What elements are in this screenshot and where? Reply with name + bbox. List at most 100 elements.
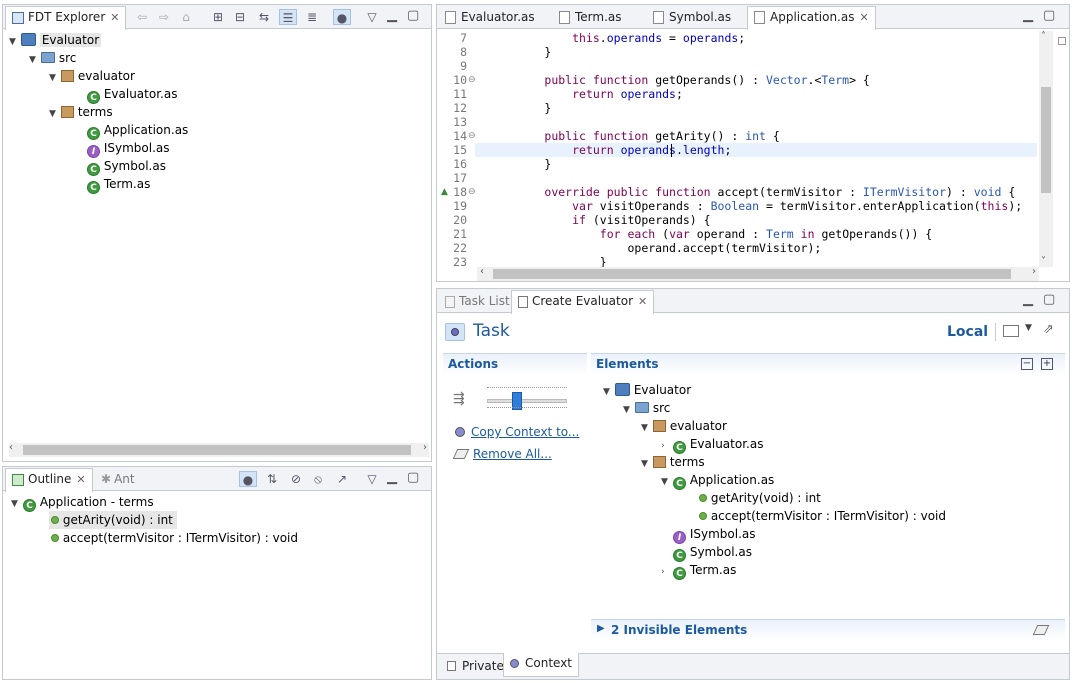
code-line[interactable]: } (489, 45, 551, 59)
close-icon[interactable]: ✕ (859, 11, 868, 24)
tree-item-package-terms[interactable]: ▼ terms (49, 103, 113, 121)
layout-menu-icon[interactable] (1003, 325, 1019, 337)
minimize-icon[interactable]: ▁ (1023, 292, 1033, 307)
scroll-right-icon[interactable]: › (423, 442, 427, 453)
tab-fdt-explorer[interactable]: FDT Explorer ✕ (5, 6, 127, 30)
explorer-horizontal-scrollbar[interactable]: ‹ › (9, 442, 429, 457)
filter-icon[interactable]: ● (333, 9, 351, 25)
elements-section-header[interactable]: Elements (591, 353, 1065, 375)
maximize-icon[interactable]: ▢ (1043, 292, 1055, 307)
outline-root[interactable]: ▼ C Application - terms (11, 493, 154, 513)
minimize-icon[interactable]: ▁ (1023, 8, 1033, 23)
chevron-down-icon[interactable]: ▼ (9, 33, 21, 51)
close-icon[interactable]: ✕ (76, 473, 85, 486)
code-line[interactable]: } (489, 255, 607, 267)
chevron-down-icon[interactable]: ▼ (603, 383, 615, 401)
code-line[interactable]: public function getArity() : int { (489, 129, 779, 143)
minimize-icon[interactable]: ▁ (387, 470, 397, 485)
tree-item-file[interactable]: C Application.as (87, 121, 188, 140)
maximize-icon[interactable]: ▢ (407, 8, 419, 23)
fold-toggle-icon[interactable]: ⊖ (468, 75, 476, 85)
hide-static-icon[interactable]: ⦸ (309, 471, 327, 487)
code-line[interactable]: var visitOperands : Boolean = termVisito… (489, 199, 1022, 213)
scroll-right-icon[interactable]: › (1032, 266, 1036, 277)
expand-all-icon[interactable]: ⊞ (209, 9, 227, 25)
scrollbar-thumb[interactable] (493, 269, 1011, 279)
editor-tab-active[interactable]: Application.as ✕ (747, 6, 876, 30)
copy-context-link-row[interactable]: Copy Context to... (455, 425, 579, 439)
expand-all-icon[interactable]: + (1041, 358, 1053, 370)
forward-icon[interactable]: ⇨ (155, 9, 173, 25)
tree-item-project[interactable]: ▼ Evaluator (9, 31, 102, 51)
code-line[interactable]: operand.accept(termVisitor); (489, 241, 821, 255)
element-file[interactable]: C Symbol.as (673, 543, 752, 562)
code-line[interactable]: } (489, 157, 551, 171)
focus-icon[interactable]: ⇶ (453, 391, 465, 407)
task-status-icon[interactable] (445, 323, 465, 341)
tab-private[interactable]: Private (441, 656, 510, 678)
tree-item-file[interactable]: I ISymbol.as (87, 139, 170, 158)
collapse-all-icon[interactable]: − (1021, 358, 1033, 370)
outline-item[interactable]: getArity(void) : int (49, 511, 177, 529)
editor-tab[interactable]: Evaluator.as (439, 7, 541, 29)
outline-item[interactable]: accept(termVisitor : ITermVisitor) : voi… (51, 529, 298, 547)
tab-create-evaluator[interactable]: Create Evaluator ✕ (511, 290, 655, 314)
code-line[interactable]: this.operands = operands; (489, 31, 745, 45)
tree-item-file[interactable]: C Evaluator.as (87, 85, 177, 104)
home-icon[interactable]: ⌂ (177, 9, 195, 25)
fold-toggle-icon[interactable]: ⊖ (468, 131, 476, 141)
editor-horizontal-scrollbar[interactable]: ‹ › (477, 266, 1039, 281)
chevron-down-icon[interactable]: ▼ (623, 401, 635, 419)
remove-all-link-row[interactable]: Remove All... (452, 447, 552, 461)
element-file[interactable]: I ISymbol.as (673, 525, 756, 544)
editor-tab[interactable]: Term.as (553, 7, 628, 29)
task-scope[interactable]: Local (947, 324, 988, 340)
maximize-icon[interactable]: ▢ (1043, 8, 1055, 23)
scrollbar-thumb[interactable] (1041, 87, 1051, 193)
chevron-down-icon[interactable]: ▼ (49, 105, 61, 123)
code-line[interactable]: if (visitOperands) { (489, 213, 710, 227)
chevron-down-icon[interactable]: ▼ (641, 419, 653, 437)
hierarchy-icon[interactable]: ☰ (279, 9, 297, 25)
collapse-all-icon[interactable]: ⊟ (231, 9, 249, 25)
code-line[interactable]: for each (var operand : Term in getOpera… (489, 227, 932, 241)
scroll-left-icon[interactable]: ‹ (480, 266, 484, 277)
tab-context[interactable]: Context (503, 653, 580, 677)
copy-context-link[interactable]: Copy Context to... (471, 425, 579, 439)
scroll-left-icon[interactable]: ‹ (9, 442, 13, 453)
eraser-icon[interactable] (1032, 625, 1050, 635)
tree-item-package-evaluator[interactable]: ▼ evaluator (49, 67, 135, 85)
actions-section-header[interactable]: Actions (443, 353, 587, 375)
view-menu-icon[interactable]: ▽ (363, 471, 381, 487)
chevron-down-icon[interactable]: ▼ (1025, 323, 1032, 333)
open-task-icon[interactable]: ⇗ (1043, 322, 1054, 337)
tab-outline[interactable]: Outline ✕ (5, 468, 93, 492)
chevron-down-icon[interactable]: ▼ (11, 495, 23, 513)
close-icon[interactable]: ✕ (638, 295, 647, 308)
code-line[interactable]: public function getOperands() : Vector.<… (489, 73, 869, 87)
maximize-icon[interactable]: ▢ (407, 470, 419, 485)
code-editor[interactable]: this.operands = operands; } public funct… (489, 31, 1039, 267)
element-package[interactable]: ▼ terms (641, 453, 705, 471)
code-line[interactable]: override public function accept(termVisi… (489, 185, 1015, 199)
chevron-down-icon[interactable]: ▼ (661, 473, 673, 491)
chevron-down-icon[interactable]: ▼ (49, 69, 61, 87)
element-method[interactable]: getArity(void) : int (699, 489, 821, 507)
hide-nonpublic-icon[interactable]: ↗ (333, 471, 351, 487)
chevron-right-icon[interactable]: ▶ (597, 623, 605, 634)
editor-tab[interactable]: Symbol.as (647, 7, 737, 29)
chevron-right-icon[interactable]: › (661, 563, 673, 581)
element-project[interactable]: ▼ Evaluator (603, 381, 691, 399)
list-icon[interactable]: ≣ (303, 9, 321, 25)
code-line[interactable]: } (489, 101, 551, 115)
tab-task-list[interactable]: Task List (439, 291, 516, 313)
element-file[interactable]: › C Term.as (661, 561, 736, 581)
scrollbar-thumb[interactable] (23, 445, 411, 455)
editor-vertical-scrollbar[interactable]: ˄ ˅ (1039, 31, 1053, 267)
tree-item-file[interactable]: C Symbol.as (87, 157, 166, 176)
chevron-down-icon[interactable]: ▼ (29, 51, 41, 69)
context-slider[interactable] (485, 385, 569, 411)
back-icon[interactable]: ⇦ (133, 9, 151, 25)
element-file[interactable]: › C Evaluator.as (661, 435, 763, 454)
close-icon[interactable]: ✕ (110, 11, 119, 24)
